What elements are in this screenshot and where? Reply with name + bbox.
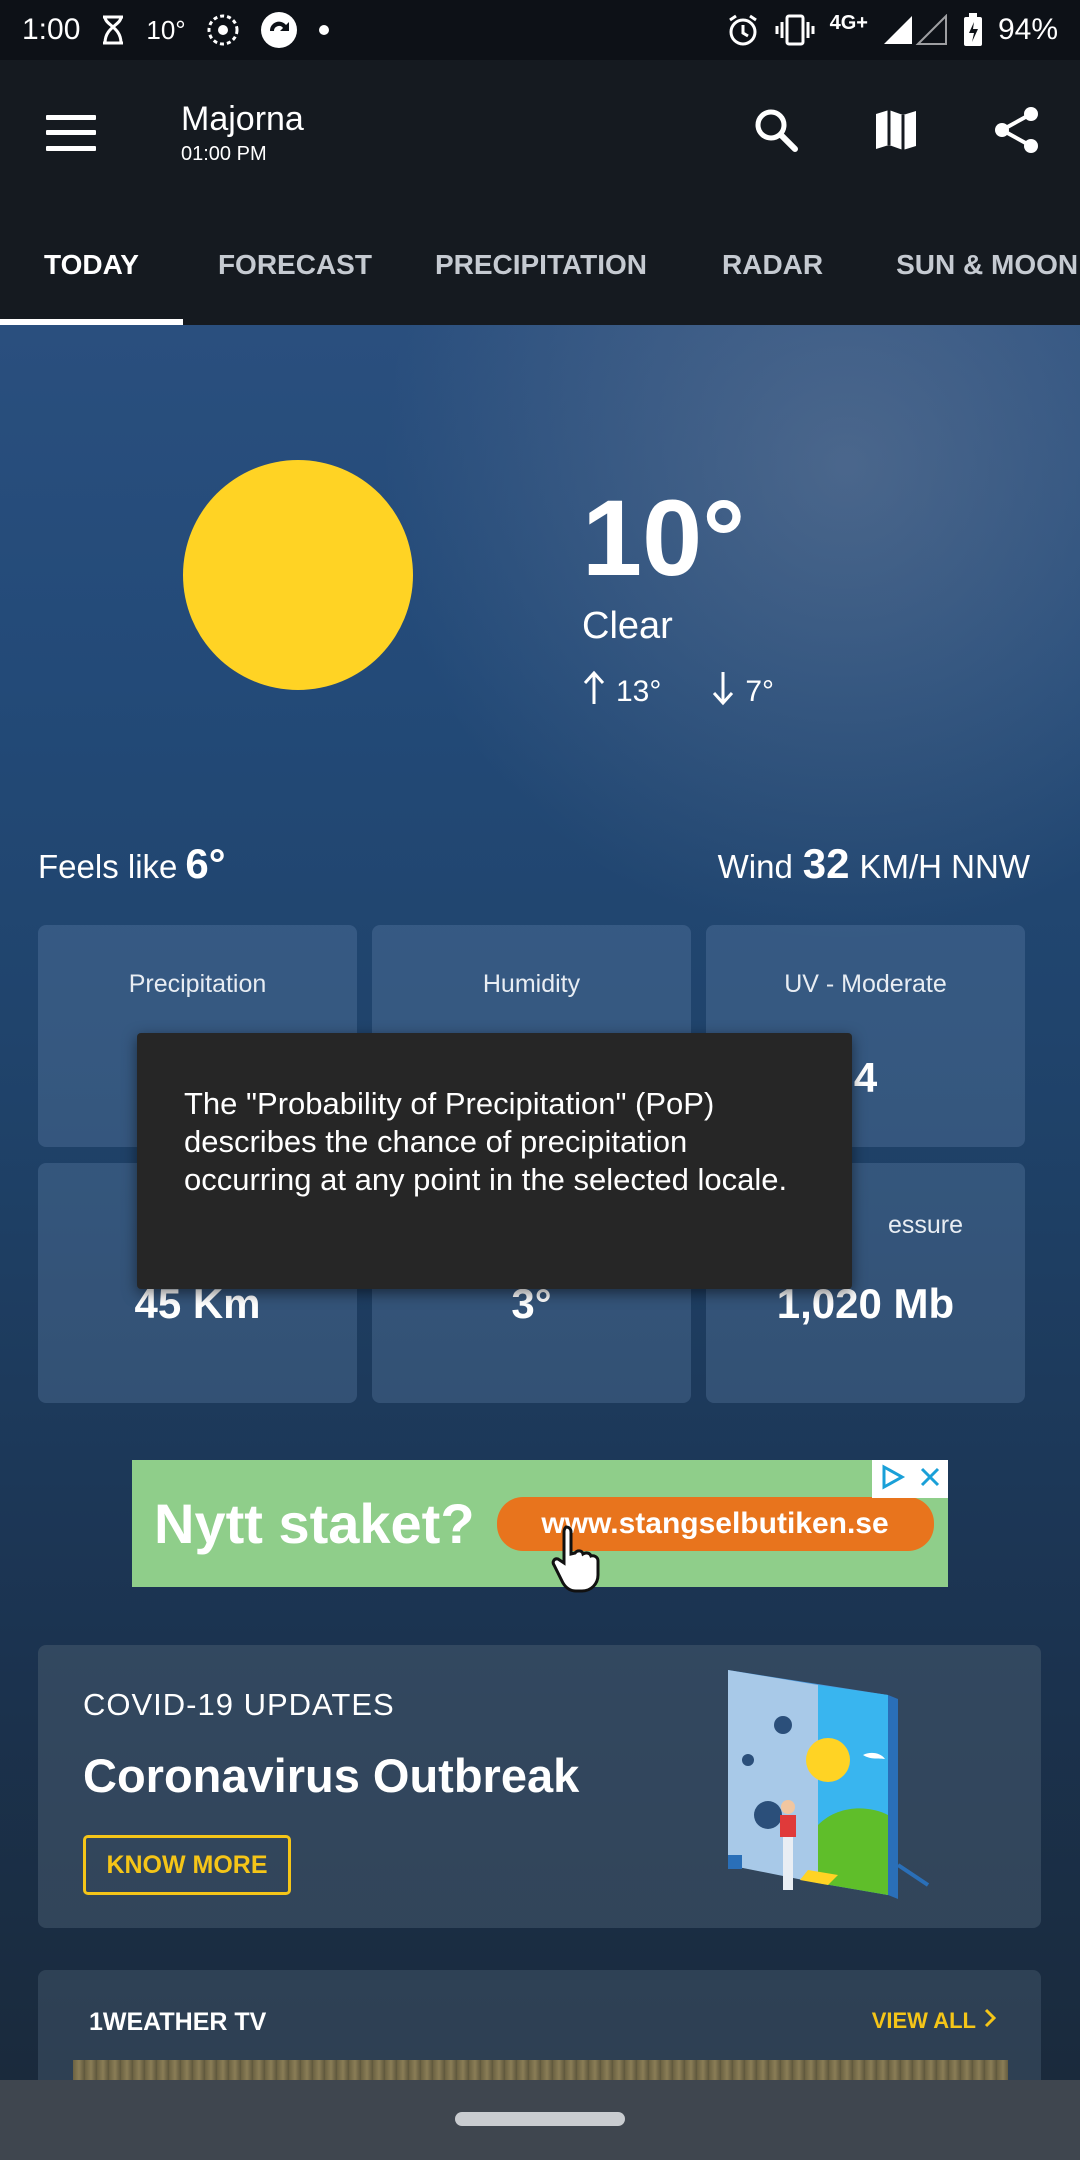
wind: Wind 32 KM/H NNW [717, 840, 1030, 887]
battery-level: 94% [997, 13, 1058, 46]
hourglass-icon [100, 15, 126, 45]
adchoices-icon[interactable] [878, 1463, 906, 1496]
covid-kicker: COVID-19 UPDATES [83, 1687, 395, 1722]
high-low: 13° 7° [582, 670, 774, 714]
dot-icon [318, 24, 330, 36]
ad-banner[interactable]: Nytt staket? www.stangselbutiken.se [132, 1460, 948, 1587]
tv-title: 1WEATHER TV [89, 2008, 267, 2036]
tooltip-text: The "Probability of Precipitation" (PoP)… [184, 1086, 788, 1197]
low-temp: 7° [745, 675, 775, 708]
hand-cursor-icon [548, 1523, 610, 1598]
status-time: 1:00 [22, 13, 81, 46]
app-bar: Majorna 01:00 PM [0, 60, 1080, 205]
clear-sun-icon [183, 460, 413, 690]
battery-icon [962, 13, 984, 47]
status-bar: 1:00 10° 4G+ 94% [0, 0, 1080, 60]
search-icon[interactable] [752, 106, 800, 159]
close-icon[interactable] [918, 1465, 942, 1494]
signal-icon [882, 14, 948, 46]
ad-headline: Nytt staket? [154, 1492, 475, 1555]
tab-forecast[interactable]: FORECAST [183, 205, 405, 325]
covid-illustration [688, 1665, 1008, 1910]
tab-sun-moon[interactable]: SUN & MOON [863, 205, 1080, 325]
know-more-button[interactable]: KNOW MORE [83, 1835, 291, 1895]
vibrate-icon [774, 14, 816, 46]
high-temp: 13° [616, 675, 662, 708]
covid-card[interactable]: COVID-19 UPDATES Coronavirus Outbreak KN… [38, 1645, 1041, 1928]
status-temp: 10° [146, 14, 186, 45]
alarm-icon [726, 13, 760, 47]
aperture-icon [206, 13, 240, 47]
view-all-link[interactable]: VIEW ALL [872, 2008, 997, 2034]
home-gesture-handle[interactable] [455, 2112, 625, 2126]
tab-radar[interactable]: RADAR [682, 205, 863, 325]
location-name: Majorna [181, 99, 304, 138]
network-type: 4G+ [829, 11, 868, 34]
menu-icon[interactable] [46, 114, 96, 151]
weather-tv-card: 1WEATHER TV VIEW ALL [38, 1970, 1041, 2080]
sync-icon [260, 11, 298, 49]
pop-tooltip: The "Probability of Precipitation" (PoP)… [137, 1033, 852, 1289]
share-icon[interactable] [992, 105, 1042, 160]
wind-speed: 32 [802, 840, 850, 887]
tab-bar: TODAY FORECAST PRECIPITATION RADAR SUN &… [0, 205, 1080, 325]
feels-like-value: 6° [185, 840, 226, 887]
location-time: 01:00 PM [181, 142, 267, 165]
current-temperature: 10° [582, 477, 746, 598]
tab-today[interactable]: TODAY [0, 205, 183, 325]
arrow-up-icon [582, 670, 606, 714]
feels-like: Feels like 6° [38, 840, 226, 887]
map-icon[interactable] [872, 106, 920, 159]
system-nav-bar [0, 2080, 1080, 2160]
weather-condition: Clear [582, 605, 673, 647]
covid-title: Coronavirus Outbreak [83, 1749, 580, 1802]
arrow-down-icon [711, 670, 735, 714]
video-thumbnail[interactable] [73, 2060, 1008, 2080]
ad-badge[interactable] [872, 1460, 948, 1498]
tab-precipitation[interactable]: PRECIPITATION [405, 205, 682, 325]
location-header[interactable]: Majorna 01:00 PM [181, 100, 304, 166]
today-panel: 10° Clear 13° 7° Feels like 6° Wind 32 KM/H… [0, 325, 1080, 2080]
chevron-right-icon [984, 2008, 997, 2034]
